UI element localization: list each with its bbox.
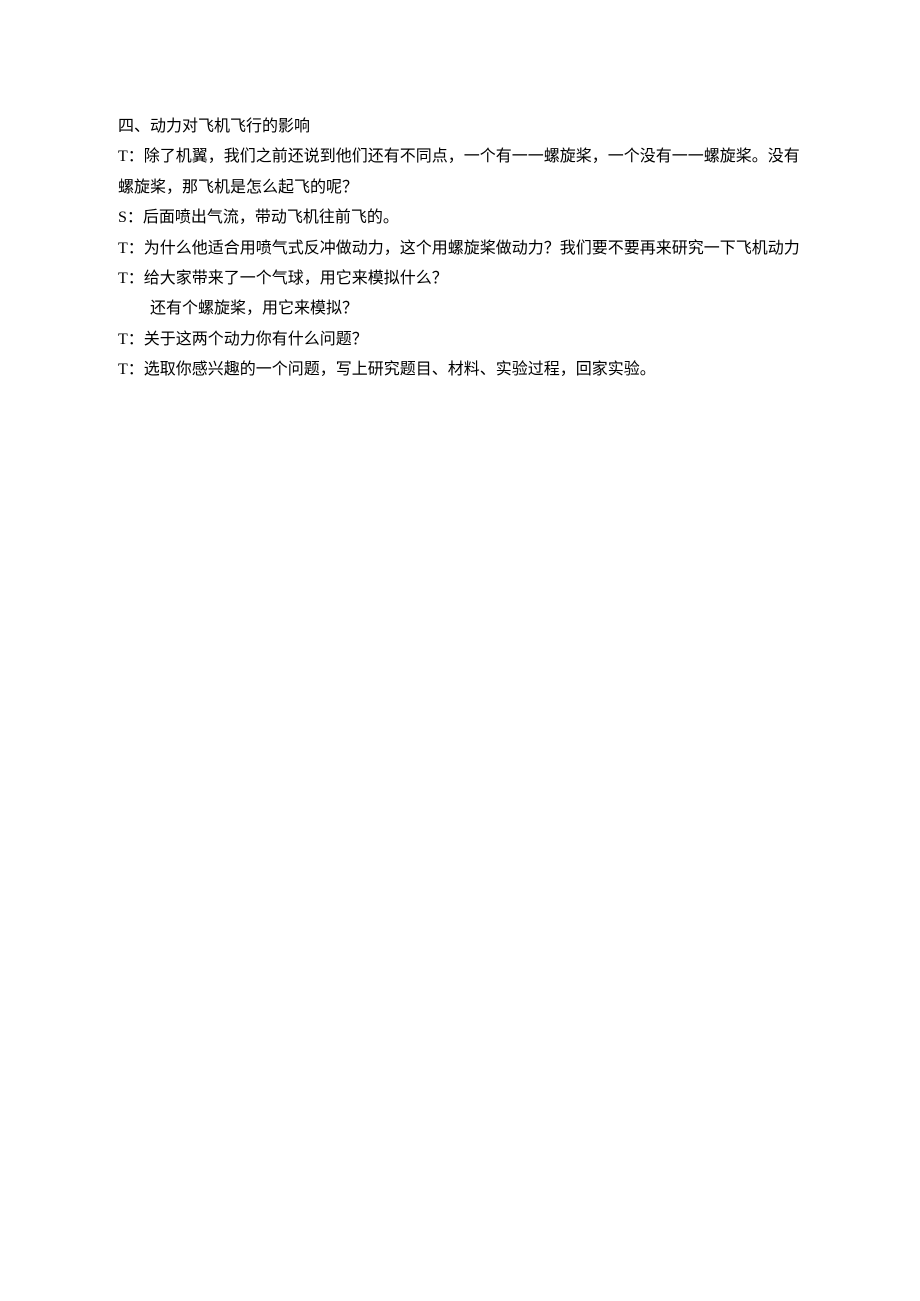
section-heading: 四、动力对飞机飞行的影响 — [118, 112, 802, 142]
dialogue-line-indented: 还有个螺旋桨，用它来模拟？ — [118, 294, 802, 324]
dialogue-line: T：除了机翼，我们之前还说到他们还有不同点，一个有一一螺旋桨，一个没有一一螺旋桨… — [118, 142, 802, 203]
dialogue-line: T：给大家带来了一个气球，用它来模拟什么？ — [118, 264, 802, 294]
dialogue-line: T：为什么他适合用喷气式反冲做动力，这个用螺旋桨做动力？我们要不要再来研究一下飞… — [118, 234, 802, 264]
dialogue-line: T：关于这两个动力你有什么问题？ — [118, 325, 802, 355]
dialogue-line: S：后面喷出气流，带动飞机往前飞的。 — [118, 203, 802, 233]
dialogue-line: T：选取你感兴趣的一个问题，写上研究题目、材料、实验过程，回家实验。 — [118, 355, 802, 385]
document-content: 四、动力对飞机飞行的影响 T：除了机翼，我们之前还说到他们还有不同点，一个有一一… — [118, 112, 802, 386]
